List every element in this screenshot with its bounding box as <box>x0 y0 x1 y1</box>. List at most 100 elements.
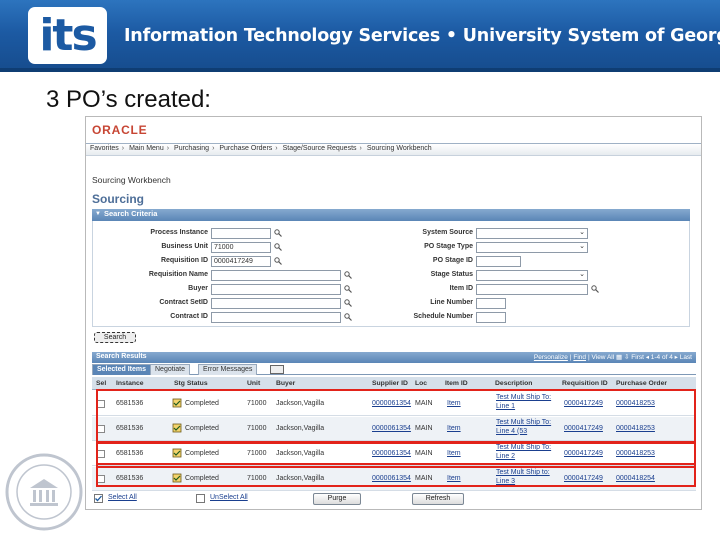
cell-description[interactable]: Test Mult Ship To: Line 2 <box>496 444 558 461</box>
next-icon[interactable]: ▸ <box>675 354 678 361</box>
breadcrumb-main-menu[interactable]: Main Menu <box>129 145 164 152</box>
grid-icon[interactable]: ▦ <box>616 354 622 361</box>
tab-negotiate[interactable]: Negotiate <box>150 364 190 375</box>
row-select-checkbox[interactable] <box>97 400 105 408</box>
po-stage-type-select[interactable]: ⌄ <box>476 242 588 253</box>
results-range: 1-4 of 4 <box>650 354 673 361</box>
lookup-icon[interactable] <box>591 285 599 293</box>
stage-status-select[interactable]: ⌄ <box>476 270 588 281</box>
buyer-input[interactable] <box>211 284 341 295</box>
system-source-select[interactable]: ⌄ <box>476 228 588 239</box>
row-select-checkbox[interactable] <box>97 475 105 483</box>
purge-button[interactable]: Purge <box>313 493 361 505</box>
cell-supplier-id[interactable]: 0000061354 <box>372 400 411 407</box>
tab-error-messages[interactable]: Error Messages <box>198 364 258 375</box>
lookup-icon[interactable] <box>344 285 352 293</box>
oracle-logo: ORACLE <box>92 123 148 137</box>
col-instance[interactable]: Instance <box>116 380 144 387</box>
cell-supplier-id[interactable]: 0000061354 <box>372 425 411 432</box>
schedule-number-input[interactable] <box>476 312 506 323</box>
find-link[interactable]: Find <box>573 354 586 361</box>
cell-description[interactable]: Test Mult Ship To: Line 4 (53 <box>496 419 558 436</box>
breadcrumb-stage-source[interactable]: Stage/Source Requests <box>283 145 357 152</box>
cell-item-id[interactable]: Item <box>447 425 461 432</box>
lookup-icon[interactable] <box>274 257 282 265</box>
download-icon[interactable]: ⇩ <box>624 354 629 361</box>
cell-requisition-id[interactable]: 0000417249 <box>564 450 603 457</box>
contract-id-input[interactable] <box>211 312 341 323</box>
slide-heading: 3 PO’s created: <box>46 86 211 113</box>
cell-requisition-id[interactable]: 0000417249 <box>564 400 603 407</box>
lookup-icon[interactable] <box>344 313 352 321</box>
requisition-id-input[interactable]: 0000417249 <box>211 256 271 267</box>
breadcrumb-purchase-orders[interactable]: Purchase Orders <box>219 145 272 152</box>
results-tabs: Selected Items Negotiate Error Messages <box>92 363 696 375</box>
process-status-icon[interactable] <box>172 423 182 433</box>
refresh-button[interactable]: Refresh <box>412 493 464 505</box>
cell-requisition-id[interactable]: 0000417249 <box>564 425 603 432</box>
breadcrumb-purchasing[interactable]: Purchasing <box>174 145 209 152</box>
search-button[interactable]: Search <box>94 332 136 343</box>
lookup-icon[interactable] <box>274 229 282 237</box>
contract-setid-input[interactable] <box>211 298 341 309</box>
select-all-link[interactable]: Select All <box>108 494 137 501</box>
cell-instance: 6581536 <box>116 400 144 407</box>
col-unit[interactable]: Unit <box>247 380 260 387</box>
oracle-header: ORACLE <box>86 117 701 143</box>
col-supplier-id[interactable]: Supplier ID <box>372 380 408 387</box>
row-select-checkbox[interactable] <box>97 450 105 458</box>
po-stage-id-input[interactable] <box>476 256 521 267</box>
line-number-input[interactable] <box>476 298 506 309</box>
col-description[interactable]: Description <box>495 380 532 387</box>
lookup-icon[interactable] <box>274 243 282 251</box>
page-subtitle: Sourcing Workbench <box>92 175 171 185</box>
col-loc[interactable]: Loc <box>415 380 427 387</box>
search-criteria-header[interactable]: ▼ Search Criteria <box>92 209 690 221</box>
cell-supplier-id[interactable]: 0000061354 <box>372 475 411 482</box>
col-requisition-id[interactable]: Requisition ID <box>562 380 608 387</box>
breadcrumb-sourcing-workbench[interactable]: Sourcing Workbench <box>367 145 432 152</box>
lookup-icon[interactable] <box>344 299 352 307</box>
cell-status: Completed <box>185 450 219 457</box>
prev-icon[interactable]: ◂ <box>646 354 649 361</box>
tab-selected-items[interactable]: Selected Items <box>92 364 152 375</box>
cell-purchase-order[interactable]: 0000418253 <box>616 450 655 457</box>
lookup-icon[interactable] <box>344 271 352 279</box>
process-status-icon[interactable] <box>172 473 182 483</box>
table-row: 6581536 Completed 71000 Jackson,Vagilla … <box>92 392 696 416</box>
cell-description[interactable]: Test Mult Ship To: Line 1 <box>496 394 558 411</box>
process-status-icon[interactable] <box>172 448 182 458</box>
cell-item-id[interactable]: Item <box>447 450 461 457</box>
search-results-header: Search Results Personalize | Find | View A… <box>92 352 696 363</box>
col-buyer[interactable]: Buyer <box>276 380 295 387</box>
col-purchase-order[interactable]: Purchase Order <box>616 380 667 387</box>
breadcrumb-favorites[interactable]: Favorites <box>90 145 119 152</box>
col-item-id[interactable]: Item ID <box>445 380 468 387</box>
cell-unit: 71000 <box>247 425 267 432</box>
cell-purchase-order[interactable]: 0000418253 <box>616 425 655 432</box>
process-instance-label: Process Instance <box>150 229 208 236</box>
chevron-down-icon: ⌄ <box>579 229 585 236</box>
view-all-link[interactable]: View All <box>592 354 615 361</box>
requisition-name-input[interactable] <box>211 270 341 281</box>
contract-id-label: Contract ID <box>170 313 208 320</box>
col-stg-status[interactable]: Stg Status <box>174 380 208 387</box>
cell-purchase-order[interactable]: 0000418254 <box>616 475 655 482</box>
cell-description[interactable]: Test Mult Ship to: Line 3 <box>496 469 558 486</box>
cell-purchase-order[interactable]: 0000418253 <box>616 400 655 407</box>
unselect-all-link[interactable]: UnSelect All <box>210 494 248 501</box>
process-instance-input[interactable] <box>211 228 271 239</box>
business-unit-input[interactable]: 71000 <box>211 242 271 253</box>
row-select-checkbox[interactable] <box>97 425 105 433</box>
show-all-columns-icon[interactable] <box>270 365 284 374</box>
process-status-icon[interactable] <box>172 398 182 408</box>
item-id-input[interactable] <box>476 284 588 295</box>
cell-item-id[interactable]: Item <box>447 475 461 482</box>
cell-item-id[interactable]: Item <box>447 400 461 407</box>
first-link[interactable]: First <box>631 354 644 361</box>
personalize-link[interactable]: Personalize <box>534 354 568 361</box>
cell-requisition-id[interactable]: 0000417249 <box>564 475 603 482</box>
cell-supplier-id[interactable]: 0000061354 <box>372 450 411 457</box>
last-link[interactable]: Last <box>680 354 692 361</box>
cell-buyer: Jackson,Vagilla <box>276 475 325 482</box>
